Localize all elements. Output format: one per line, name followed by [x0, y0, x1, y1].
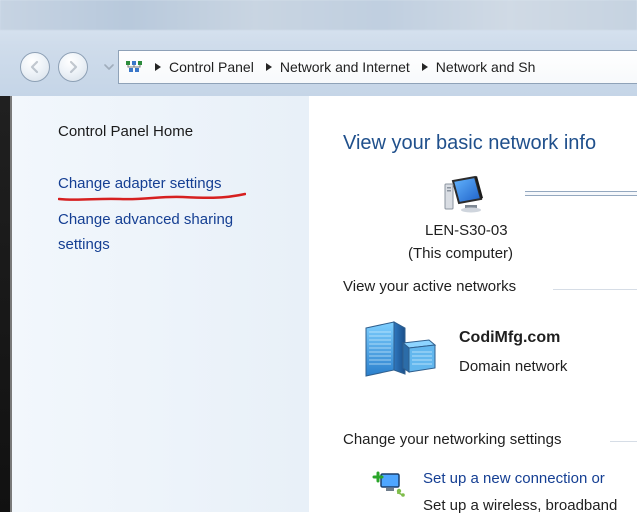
active-networks-divider — [553, 289, 637, 290]
change-networking-settings-divider — [610, 441, 637, 442]
active-networks-title: View your active networks — [343, 278, 517, 295]
breadcrumb-control-panel[interactable]: Control Panel — [169, 59, 256, 75]
domain-network-icon — [365, 321, 437, 377]
left-task-pane — [12, 96, 309, 512]
left-background-strip — [0, 96, 12, 512]
forward-arrow-icon — [69, 60, 78, 74]
set-up-new-connection-description: Set up a wireless, broadband — [423, 497, 618, 514]
active-network-name: CodiMfg.com — [459, 329, 561, 346]
back-arrow-icon — [30, 60, 39, 74]
page-heading: View your basic network info — [343, 132, 597, 154]
address-bar[interactable]: Control Panel Network and Internet Netwo… — [118, 50, 637, 84]
control-panel-home-link[interactable]: Control Panel Home — [58, 122, 193, 142]
chevron-down-icon — [104, 64, 114, 70]
set-up-new-connection-link[interactable]: Set up a new connection or — [423, 470, 605, 487]
forward-button[interactable] — [58, 52, 88, 82]
computer-subtitle: (This computer) — [408, 245, 514, 262]
back-button[interactable] — [20, 52, 50, 82]
window-title-blur — [0, 0, 637, 30]
setup-connection-icon — [372, 471, 405, 497]
change-networking-settings-title: Change your networking settings — [343, 431, 562, 448]
breadcrumb-network-and-internet[interactable]: Network and Internet — [280, 59, 412, 75]
computer-icon — [444, 175, 483, 213]
red-underline-annotation — [58, 192, 246, 201]
change-advanced-sharing-settings-link[interactable]: Change advanced sharing settings — [58, 207, 288, 257]
recent-pages-button[interactable] — [102, 56, 116, 78]
breadcrumb-separator-icon — [155, 63, 161, 71]
breadcrumb-separator-icon — [421, 63, 428, 71]
breadcrumb-network-and-sharing[interactable]: Network and Sh — [436, 59, 538, 75]
breadcrumb-separator-icon — [265, 63, 272, 71]
network-map-connection-line — [525, 191, 637, 196]
computer-name: LEN-S30-03 — [425, 222, 508, 239]
active-network-type: Domain network — [459, 358, 568, 375]
network-folder-icon — [123, 58, 145, 76]
